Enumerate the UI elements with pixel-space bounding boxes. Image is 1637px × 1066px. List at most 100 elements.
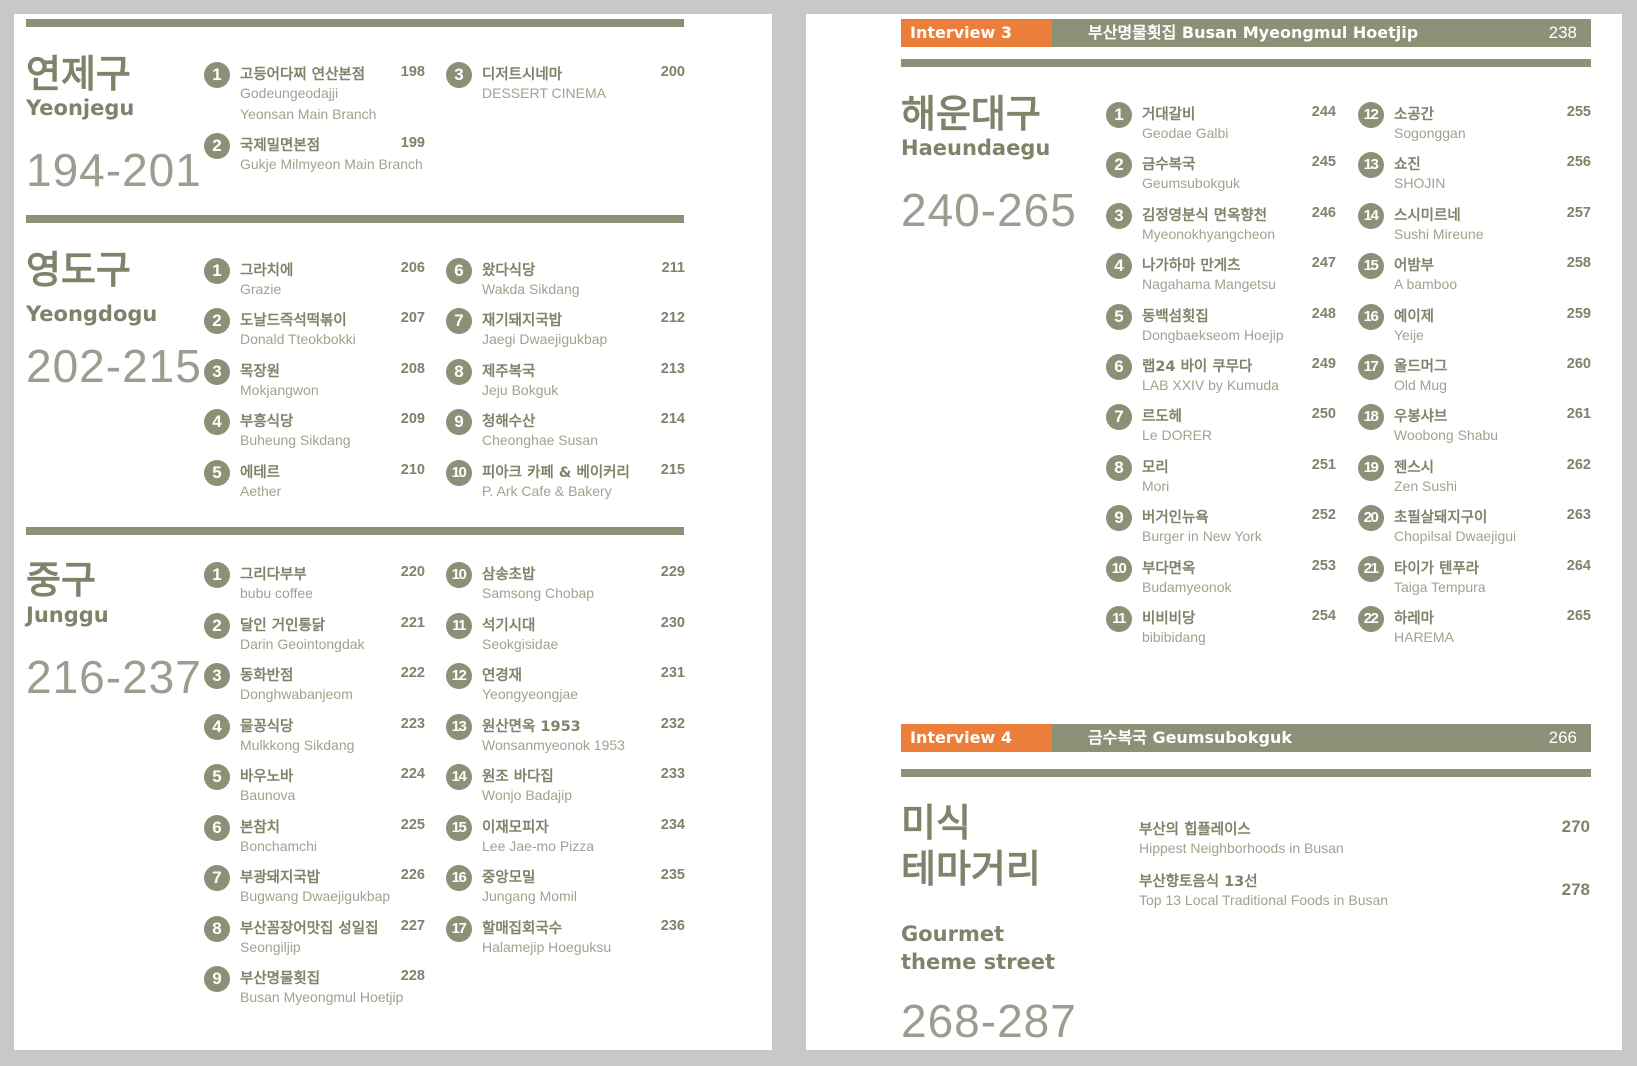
item-page-number: 253 [1311, 557, 1336, 574]
list-item: 5 바우노바 Baunova 224 [204, 762, 425, 810]
item-page-number: 261 [1566, 406, 1591, 423]
item-number-badge: 16 [1358, 303, 1384, 330]
item-name-en: Lee Jae-mo Pizza [482, 837, 595, 854]
item-page-number: 227 [400, 917, 425, 934]
item-number-badge: 4 [204, 409, 230, 436]
list-item: 2 달인 거인통닭 Darin Geointongdak 221 [204, 611, 425, 659]
item-name-en: Grazie [240, 281, 282, 297]
item-page-number: 199 [400, 135, 425, 151]
item-name-ko: 타이가 텐푸라 [1394, 560, 1480, 577]
item-page-number: 209 [400, 411, 425, 428]
item-page-number: 232 [660, 715, 685, 732]
item-number-badge: 19 [1358, 454, 1384, 481]
item-number-badge: 4 [204, 713, 230, 740]
list-item: 6 랩24 바이 쿠무다 LAB XXIV by Kumuda 249 [1106, 352, 1336, 400]
list-item: 21 타이가 텐푸라 Taiga Tempura 264 [1358, 554, 1591, 602]
list-item: 12 소공간 Sogonggan 255 [1358, 100, 1591, 148]
item-number-badge: 9 [446, 409, 472, 436]
item-name-ko: 김정영분식 면옥향천 [1142, 207, 1268, 224]
item-number-badge: 6 [1106, 354, 1132, 380]
item-name-en: Wakda Sikdang [482, 281, 580, 297]
list-item: 2 금수복국 Geumsubokguk 245 [1106, 150, 1336, 198]
item-name-ko: 동화반점 [240, 668, 294, 684]
list-item: 9 부산명물횟집 Busan Myeongmul Hoetjip 228 [204, 964, 425, 1012]
item-number-badge: 10 [446, 459, 472, 486]
item-name-ko: 그리다부부 [240, 567, 307, 583]
item-name-en: Wonsanmyeonok 1953 [482, 736, 625, 753]
left-page: 연제구 Yeonjegu 194-201 1 고등어다찌 연산본점 Godeunge… [14, 14, 772, 1050]
list-item: 15 이재모피자 Lee Jae-mo Pizza 234 [446, 813, 685, 861]
item-name-en: Mokjangwon [240, 381, 319, 398]
item-number-badge: 13 [446, 713, 472, 740]
item-number-badge: 7 [1106, 404, 1132, 431]
item-name-ko: 젠스시 [1394, 459, 1435, 476]
theme-entry-page: 270 [1561, 817, 1590, 836]
item-name-en: Budamyeonok [1142, 578, 1232, 595]
item-page-number: 230 [660, 614, 685, 631]
list-item: 16 중앙모밀 Jungang Momil 235 [446, 863, 685, 911]
list-item: 11 비비비당 bibibidang 254 [1106, 604, 1336, 652]
item-name-ko: 예이제 [1394, 308, 1435, 325]
theme-title-ko-line: 미식 [901, 801, 971, 845]
item-page-number: 257 [1566, 204, 1591, 221]
item-name-ko: 모리 [1142, 459, 1169, 476]
section-rule [901, 769, 1591, 777]
item-name-en: HAREMA [1394, 629, 1454, 645]
district-title-en: Haeundaegu [901, 136, 1051, 160]
item-name-en: Bonchamchi [240, 837, 318, 854]
district-title-ko: 해운대구 [901, 92, 1041, 136]
list-item: 13 쇼진 SHOJIN 256 [1358, 150, 1591, 198]
item-number-badge: 7 [204, 865, 230, 891]
item-name-en: Woobong Shabu [1394, 427, 1499, 444]
item-name-ko: 삼송초밥 [482, 567, 536, 583]
item-name-en: Chopilsal Dwaejigui [1394, 528, 1517, 545]
item-name-ko: 거대갈비 [1142, 107, 1196, 123]
item-name-en: Old Mug [1394, 377, 1447, 393]
item-name-ko: 쇼진 [1394, 157, 1421, 174]
item-number-badge: 6 [446, 258, 472, 284]
item-name-en: Godeungeodajji [240, 85, 339, 101]
item-name-en: bibibidang [1142, 629, 1206, 645]
item-name-ko: 금수복국 [1142, 157, 1196, 174]
item-name-en: Geodae Galbi [1142, 125, 1229, 141]
item-page-number: 260 [1566, 356, 1591, 372]
item-number-badge: 8 [1106, 454, 1132, 481]
list-item: 12 연경재 Yeongyeongjae 231 [446, 661, 685, 709]
district-title-en: Junggu [26, 603, 109, 627]
item-page-number: 252 [1311, 507, 1336, 524]
list-item: 17 올드머그 Old Mug 260 [1358, 352, 1591, 400]
list-item: 8 제주복국 Jeju Bokguk 213 [446, 357, 685, 405]
item-name-en: Gukje Milmyeon Main Branch [240, 156, 423, 172]
item-name-ko: 동백섬횟집 [1142, 308, 1209, 325]
item-name-ko: 피아크 카페 & 베이커리 [482, 464, 630, 481]
item-number-badge: 5 [1106, 303, 1132, 330]
item-name-ko: 중앙모밀 [482, 870, 536, 886]
item-page-number: 263 [1566, 507, 1591, 524]
theme-entry-ko: 부산의 힙플레이스 [1139, 822, 1251, 838]
list-item: 17 할매집회국수 Halamejip Hoeguksu 236 [446, 914, 685, 962]
item-name-ko: 제주복국 [482, 363, 536, 380]
list-item: 8 모리 Mori 251 [1106, 453, 1336, 501]
item-name-en: Nagahama Mangetsu [1142, 276, 1276, 293]
item-name-en: Yeonsan Main Branch [240, 106, 377, 122]
item-page-number: 256 [1566, 154, 1591, 171]
list-item: 7 재기돼지국밥 Jaegi Dwaejigukbap 212 [446, 306, 685, 354]
item-page-number: 246 [1311, 204, 1336, 221]
item-name-en: Donald Tteokbokki [240, 331, 356, 348]
item-name-en: Burger in New York [1142, 528, 1262, 545]
item-number-badge: 3 [204, 358, 230, 385]
item-number-badge: 3 [446, 62, 472, 88]
item-name-en: Taiga Tempura [1394, 578, 1486, 595]
item-name-ko: 소공간 [1394, 107, 1435, 123]
item-name-en: A bamboo [1394, 276, 1458, 293]
item-name-ko: 왔다식당 [482, 263, 536, 279]
district-title-ko: 연제구 [26, 52, 131, 96]
item-name-ko: 르도헤 [1142, 409, 1183, 426]
interview-page: 238 [1548, 23, 1577, 42]
item-number-badge: 17 [446, 915, 472, 942]
item-number-badge: 7 [446, 308, 472, 335]
item-name-en: Seokgisidae [482, 635, 559, 652]
item-name-en: Jungang Momil [482, 888, 577, 904]
item-page-number: 236 [660, 917, 685, 934]
item-page-number: 234 [660, 816, 685, 833]
